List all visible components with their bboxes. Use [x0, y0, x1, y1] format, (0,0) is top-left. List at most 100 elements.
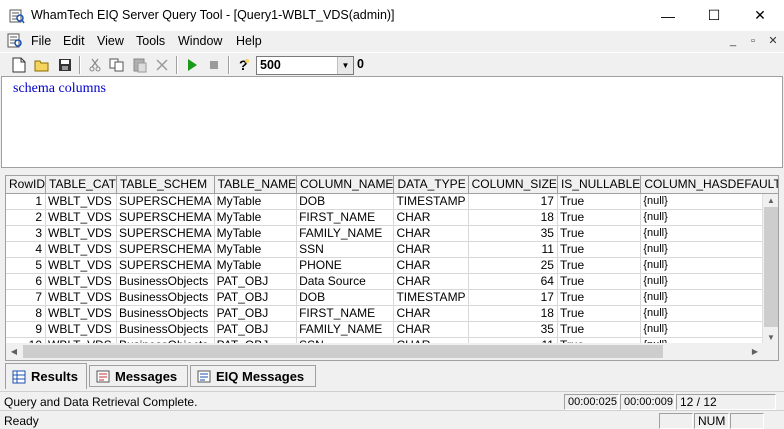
new-button[interactable]: [9, 55, 29, 75]
table-cell[interactable]: 7: [6, 289, 47, 306]
table-cell[interactable]: WBLT_VDS: [45, 193, 117, 210]
table-cell[interactable]: SSN: [296, 241, 395, 258]
table-cell[interactable]: WBLT_VDS: [45, 321, 117, 338]
menu-help[interactable]: Help: [236, 34, 262, 48]
menu-edit[interactable]: Edit: [63, 34, 85, 48]
results-grid[interactable]: RowID TABLE_CAT TABLE_SCHEM TABLE_NAME COLUM…: [5, 175, 779, 361]
run-button[interactable]: [182, 55, 202, 75]
table-cell[interactable]: DOB: [296, 193, 395, 210]
table-row[interactable]: 2 WBLT_VDS SUPERSCHEMA MyTable FIRST_NAME CHA…: [6, 209, 778, 226]
table-row[interactable]: 8 WBLT_VDS BusinessObjects PAT_OBJ FIRST_NAM…: [6, 305, 778, 322]
table-cell[interactable]: MyTable: [214, 225, 298, 242]
table-cell[interactable]: 17: [468, 289, 558, 306]
menu-tools[interactable]: Tools: [136, 34, 165, 48]
table-cell[interactable]: 3: [6, 225, 47, 242]
mdi-minimize-icon[interactable]: _: [725, 34, 741, 48]
document-icon[interactable]: [7, 33, 23, 49]
table-cell[interactable]: {null}: [640, 241, 778, 258]
clear-button[interactable]: [152, 55, 172, 75]
table-cell[interactable]: Data Source: [296, 273, 395, 290]
maximize-button[interactable]: ☐: [691, 0, 737, 31]
paste-button[interactable]: [130, 55, 150, 75]
table-cell[interactable]: CHAR: [393, 241, 469, 258]
tab-results[interactable]: Results: [5, 363, 87, 389]
table-cell[interactable]: 64: [468, 273, 558, 290]
column-header[interactable]: TABLE_CAT: [45, 176, 117, 194]
table-cell[interactable]: WBLT_VDS: [45, 241, 117, 258]
scroll-left-icon[interactable]: ◀: [6, 343, 22, 360]
column-header[interactable]: TABLE_SCHEM: [116, 176, 215, 194]
splitter[interactable]: [0, 168, 784, 175]
horizontal-scroll-thumb[interactable]: [23, 345, 663, 358]
close-button[interactable]: ✕: [737, 0, 783, 31]
table-cell[interactable]: {null}: [640, 305, 778, 322]
table-cell[interactable]: FAMILY_NAME: [296, 225, 395, 242]
vertical-scrollbar[interactable]: ▲ ▼: [762, 194, 778, 344]
table-cell[interactable]: True: [557, 241, 642, 258]
table-cell[interactable]: MyTable: [214, 241, 298, 258]
table-cell[interactable]: MyTable: [214, 257, 298, 274]
table-cell[interactable]: 9: [6, 321, 47, 338]
table-cell[interactable]: BusinessObjects: [116, 305, 215, 322]
table-cell[interactable]: {null}: [640, 225, 778, 242]
table-cell[interactable]: True: [557, 305, 642, 322]
table-cell[interactable]: CHAR: [393, 257, 469, 274]
scroll-right-icon[interactable]: ▶: [747, 343, 763, 360]
table-cell[interactable]: BusinessObjects: [116, 321, 215, 338]
horizontal-scrollbar[interactable]: ◀ ▶: [6, 343, 763, 360]
table-cell[interactable]: WBLT_VDS: [45, 225, 117, 242]
table-cell[interactable]: PAT_OBJ: [214, 273, 298, 290]
table-cell[interactable]: FIRST_NAME: [296, 305, 395, 322]
table-row[interactable]: 5 WBLT_VDS SUPERSCHEMA MyTable PHONE CHAR 25 Tr…: [6, 257, 778, 274]
table-cell[interactable]: {null}: [640, 209, 778, 226]
table-cell[interactable]: WBLT_VDS: [45, 289, 117, 306]
table-cell[interactable]: PHONE: [296, 257, 395, 274]
scroll-up-icon[interactable]: ▲: [763, 194, 778, 207]
table-row[interactable]: 7 WBLT_VDS BusinessObjects PAT_OBJ DOB TIMEST…: [6, 289, 778, 306]
column-header[interactable]: RowID: [6, 176, 47, 194]
table-cell[interactable]: WBLT_VDS: [45, 305, 117, 322]
table-cell[interactable]: 6: [6, 273, 47, 290]
table-cell[interactable]: {null}: [640, 257, 778, 274]
stop-button[interactable]: [204, 55, 224, 75]
table-cell[interactable]: 2: [6, 209, 47, 226]
table-cell[interactable]: CHAR: [393, 321, 469, 338]
table-cell[interactable]: CHAR: [393, 305, 469, 322]
save-button[interactable]: [55, 55, 75, 75]
table-cell[interactable]: {null}: [640, 193, 778, 210]
table-cell[interactable]: SUPERSCHEMA: [116, 225, 215, 242]
table-cell[interactable]: TIMESTAMP: [393, 193, 469, 210]
table-cell[interactable]: {null}: [640, 273, 778, 290]
table-cell[interactable]: True: [557, 321, 642, 338]
table-row[interactable]: 1 WBLT_VDS SUPERSCHEMA MyTable DOB TIMESTAMP 1…: [6, 193, 778, 210]
table-cell[interactable]: 4: [6, 241, 47, 258]
copy-button[interactable]: [107, 55, 127, 75]
table-row[interactable]: 4 WBLT_VDS SUPERSCHEMA MyTable SSN CHAR 11 True…: [6, 241, 778, 258]
menu-window[interactable]: Window: [178, 34, 222, 48]
table-cell[interactable]: True: [557, 257, 642, 274]
table-cell[interactable]: True: [557, 273, 642, 290]
table-cell[interactable]: PAT_OBJ: [214, 305, 298, 322]
column-header[interactable]: COLUMN_SIZE: [468, 176, 558, 194]
table-cell[interactable]: 11: [468, 241, 558, 258]
tab-messages[interactable]: Messages: [89, 365, 188, 387]
table-cell[interactable]: 1: [6, 193, 47, 210]
table-cell[interactable]: SUPERSCHEMA: [116, 257, 215, 274]
column-header[interactable]: IS_NULLABLE: [557, 176, 642, 194]
max-rows-select[interactable]: 500 ▼: [256, 56, 354, 75]
table-cell[interactable]: CHAR: [393, 273, 469, 290]
column-header[interactable]: COLUMN_HASDEFAULT: [640, 176, 778, 194]
open-button[interactable]: [32, 55, 52, 75]
mdi-close-icon[interactable]: ✕: [765, 34, 781, 48]
table-cell[interactable]: {null}: [640, 289, 778, 306]
table-cell[interactable]: 8: [6, 305, 47, 322]
menu-view[interactable]: View: [97, 34, 124, 48]
table-cell[interactable]: BusinessObjects: [116, 289, 215, 306]
table-row[interactable]: 6 WBLT_VDS BusinessObjects PAT_OBJ Data Sour…: [6, 273, 778, 290]
minimize-button[interactable]: —: [645, 0, 691, 31]
help-button[interactable]: ?: [234, 55, 254, 75]
table-cell[interactable]: MyTable: [214, 209, 298, 226]
vertical-scroll-thumb[interactable]: [764, 207, 778, 327]
table-cell[interactable]: SUPERSCHEMA: [116, 209, 215, 226]
menu-file[interactable]: File: [31, 34, 51, 48]
